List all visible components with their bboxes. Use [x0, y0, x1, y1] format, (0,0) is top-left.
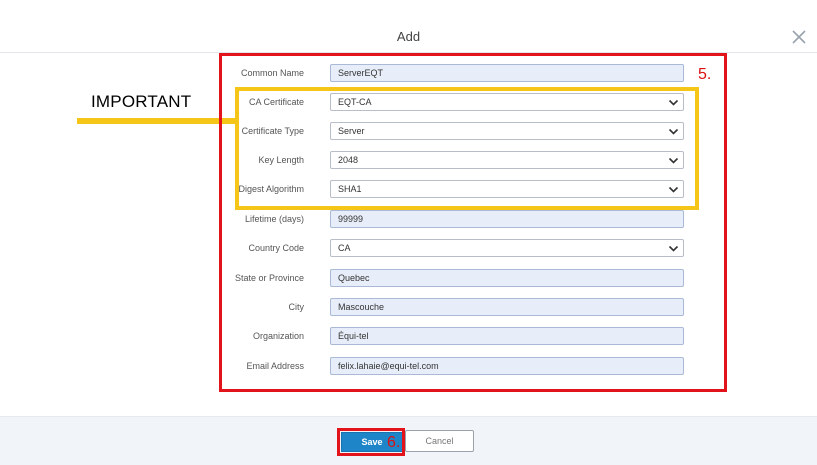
important-annotation: IMPORTANT	[91, 92, 192, 111]
important-highlight-box	[235, 87, 699, 210]
step-6-annotation: 6.	[387, 434, 401, 451]
dialog-header	[0, 0, 817, 53]
close-icon[interactable]	[790, 28, 808, 46]
dialog-title: Add	[396, 29, 421, 44]
important-pointer-line	[77, 118, 237, 124]
step-5-annotation: 5.	[698, 66, 712, 83]
cancel-button[interactable]: Cancel	[405, 430, 474, 452]
